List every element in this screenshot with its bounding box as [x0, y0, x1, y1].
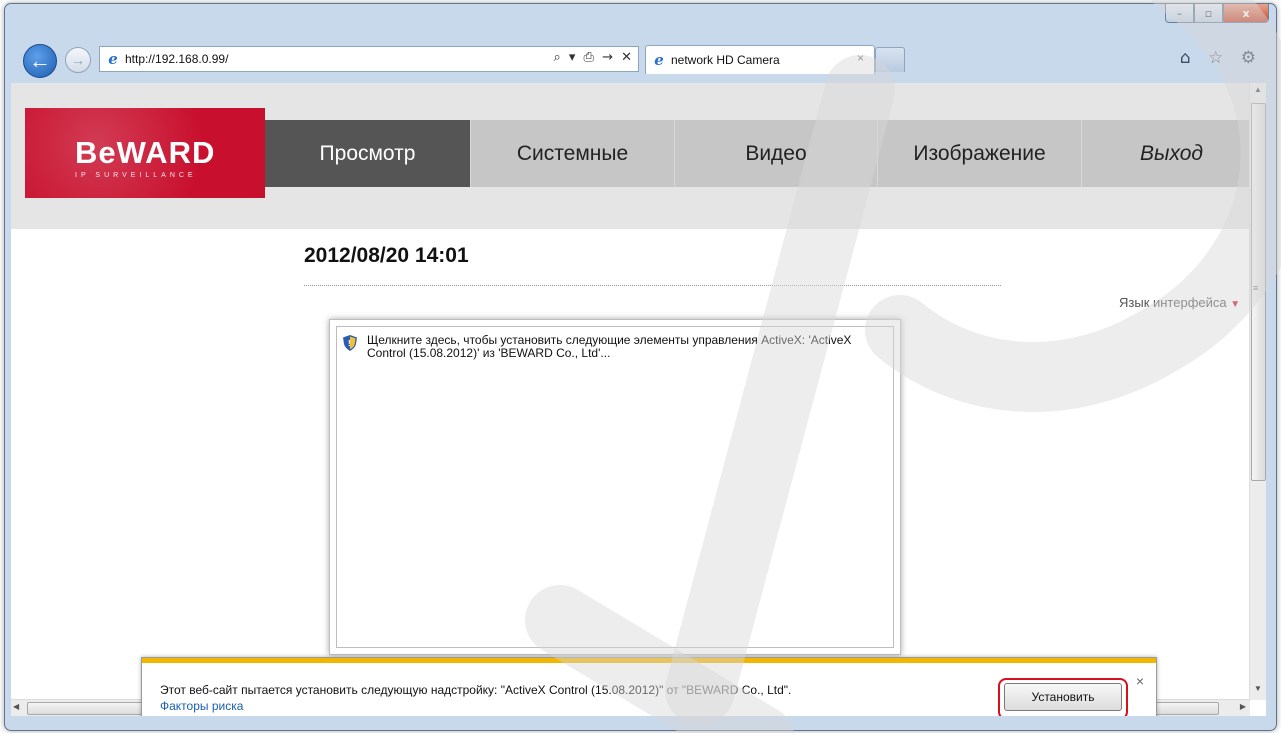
- activex-message[interactable]: Щелкните здесь, чтобы установить следующ…: [367, 334, 887, 360]
- home-favorites-tools-icons[interactable]: ⌂ ☆ ⚙: [1180, 48, 1262, 68]
- new-tab-button[interactable]: [875, 47, 905, 72]
- forward-button[interactable]: →: [65, 47, 91, 73]
- notification-stripe: [142, 658, 1156, 663]
- menu-item-sistemnye[interactable]: Системные: [471, 120, 675, 187]
- navigation-bar: ← → e http://192.168.0.99/ ⌕ ▾ ⎙ → ✕ e n…: [5, 36, 1276, 78]
- svg-text:!: !: [348, 339, 351, 348]
- address-text[interactable]: http://192.168.0.99/: [125, 52, 228, 66]
- language-selector[interactable]: Язык интерфейса ▼: [1119, 295, 1240, 310]
- menu-item-video[interactable]: Видео: [675, 120, 878, 187]
- ie-page-icon: e: [108, 50, 118, 68]
- menu-item-izobrazhenie[interactable]: Изображение: [878, 120, 1082, 187]
- menu-item-prosmotr[interactable]: Просмотр: [265, 120, 471, 187]
- address-bar[interactable]: e http://192.168.0.99/ ⌕ ▾ ⎙ → ✕: [99, 46, 639, 72]
- language-label: Язык интерфейса: [1119, 295, 1227, 310]
- back-arrow-icon: ←: [29, 48, 51, 73]
- dropdown-arrow-icon: ▼: [1230, 299, 1241, 310]
- page-viewport: BeWARD IP SURVEILLANCE Просмотр Системны…: [11, 83, 1266, 716]
- tab-network-hd-camera[interactable]: e network HD Camera ×: [645, 45, 875, 74]
- ie-tab-icon: e: [654, 51, 664, 69]
- notification-close-icon[interactable]: ×: [1136, 673, 1144, 689]
- notification-text: Этот веб-сайт пытается установить следую…: [160, 683, 792, 697]
- risk-factors-link[interactable]: Факторы риска: [160, 699, 243, 713]
- page-datetime: 2012/08/20 14:01: [304, 244, 469, 267]
- scroll-grip-icon: ≡: [1253, 283, 1259, 293]
- logo-text: BeWARD: [75, 135, 216, 170]
- scroll-down-icon[interactable]: ▼: [1250, 684, 1266, 698]
- scroll-up-icon[interactable]: ▲: [1250, 85, 1266, 99]
- back-button[interactable]: ←: [23, 44, 57, 78]
- dotted-divider: [304, 285, 1001, 286]
- forward-arrow-icon: →: [71, 52, 85, 68]
- maximize-button[interactable]: ▫: [1194, 4, 1223, 23]
- vertical-scrollbar[interactable]: ▲ ≡ ▼: [1249, 83, 1266, 700]
- site-header: BeWARD IP SURVEILLANCE Просмотр Системны…: [11, 83, 1250, 229]
- install-button[interactable]: Установить: [1004, 683, 1122, 711]
- browser-window: – ▫ x ← → e http://192.168.0.99/ ⌕ ▾ ⎙ →…: [4, 3, 1277, 731]
- scroll-right-icon[interactable]: ▶: [1240, 702, 1246, 711]
- activex-placeholder[interactable]: ! Щелкните здесь, чтобы установить следу…: [336, 326, 894, 648]
- beward-logo[interactable]: BeWARD IP SURVEILLANCE: [25, 108, 265, 198]
- shield-icon: !: [343, 335, 357, 351]
- scroll-left-icon[interactable]: ◀: [13, 702, 19, 711]
- logo-subtitle: IP SURVEILLANCE: [75, 172, 197, 179]
- window-controls: – ▫ x: [1165, 4, 1269, 24]
- notification-bar: Этот веб-сайт пытается установить следую…: [141, 657, 1157, 716]
- address-actions-icons[interactable]: ⌕ ▾ ⎙ → ✕: [553, 50, 634, 65]
- activex-container[interactable]: ! Щелкните здесь, чтобы установить следу…: [329, 319, 901, 655]
- main-menu: Просмотр Системные Видео Изображение Вых…: [265, 120, 1250, 187]
- tab-close-icon[interactable]: ×: [857, 51, 864, 65]
- tab-title: network HD Camera: [671, 53, 780, 67]
- menu-item-vyhod[interactable]: Выход: [1082, 120, 1266, 187]
- minimize-button[interactable]: –: [1165, 4, 1194, 23]
- close-window-button[interactable]: x: [1223, 4, 1269, 23]
